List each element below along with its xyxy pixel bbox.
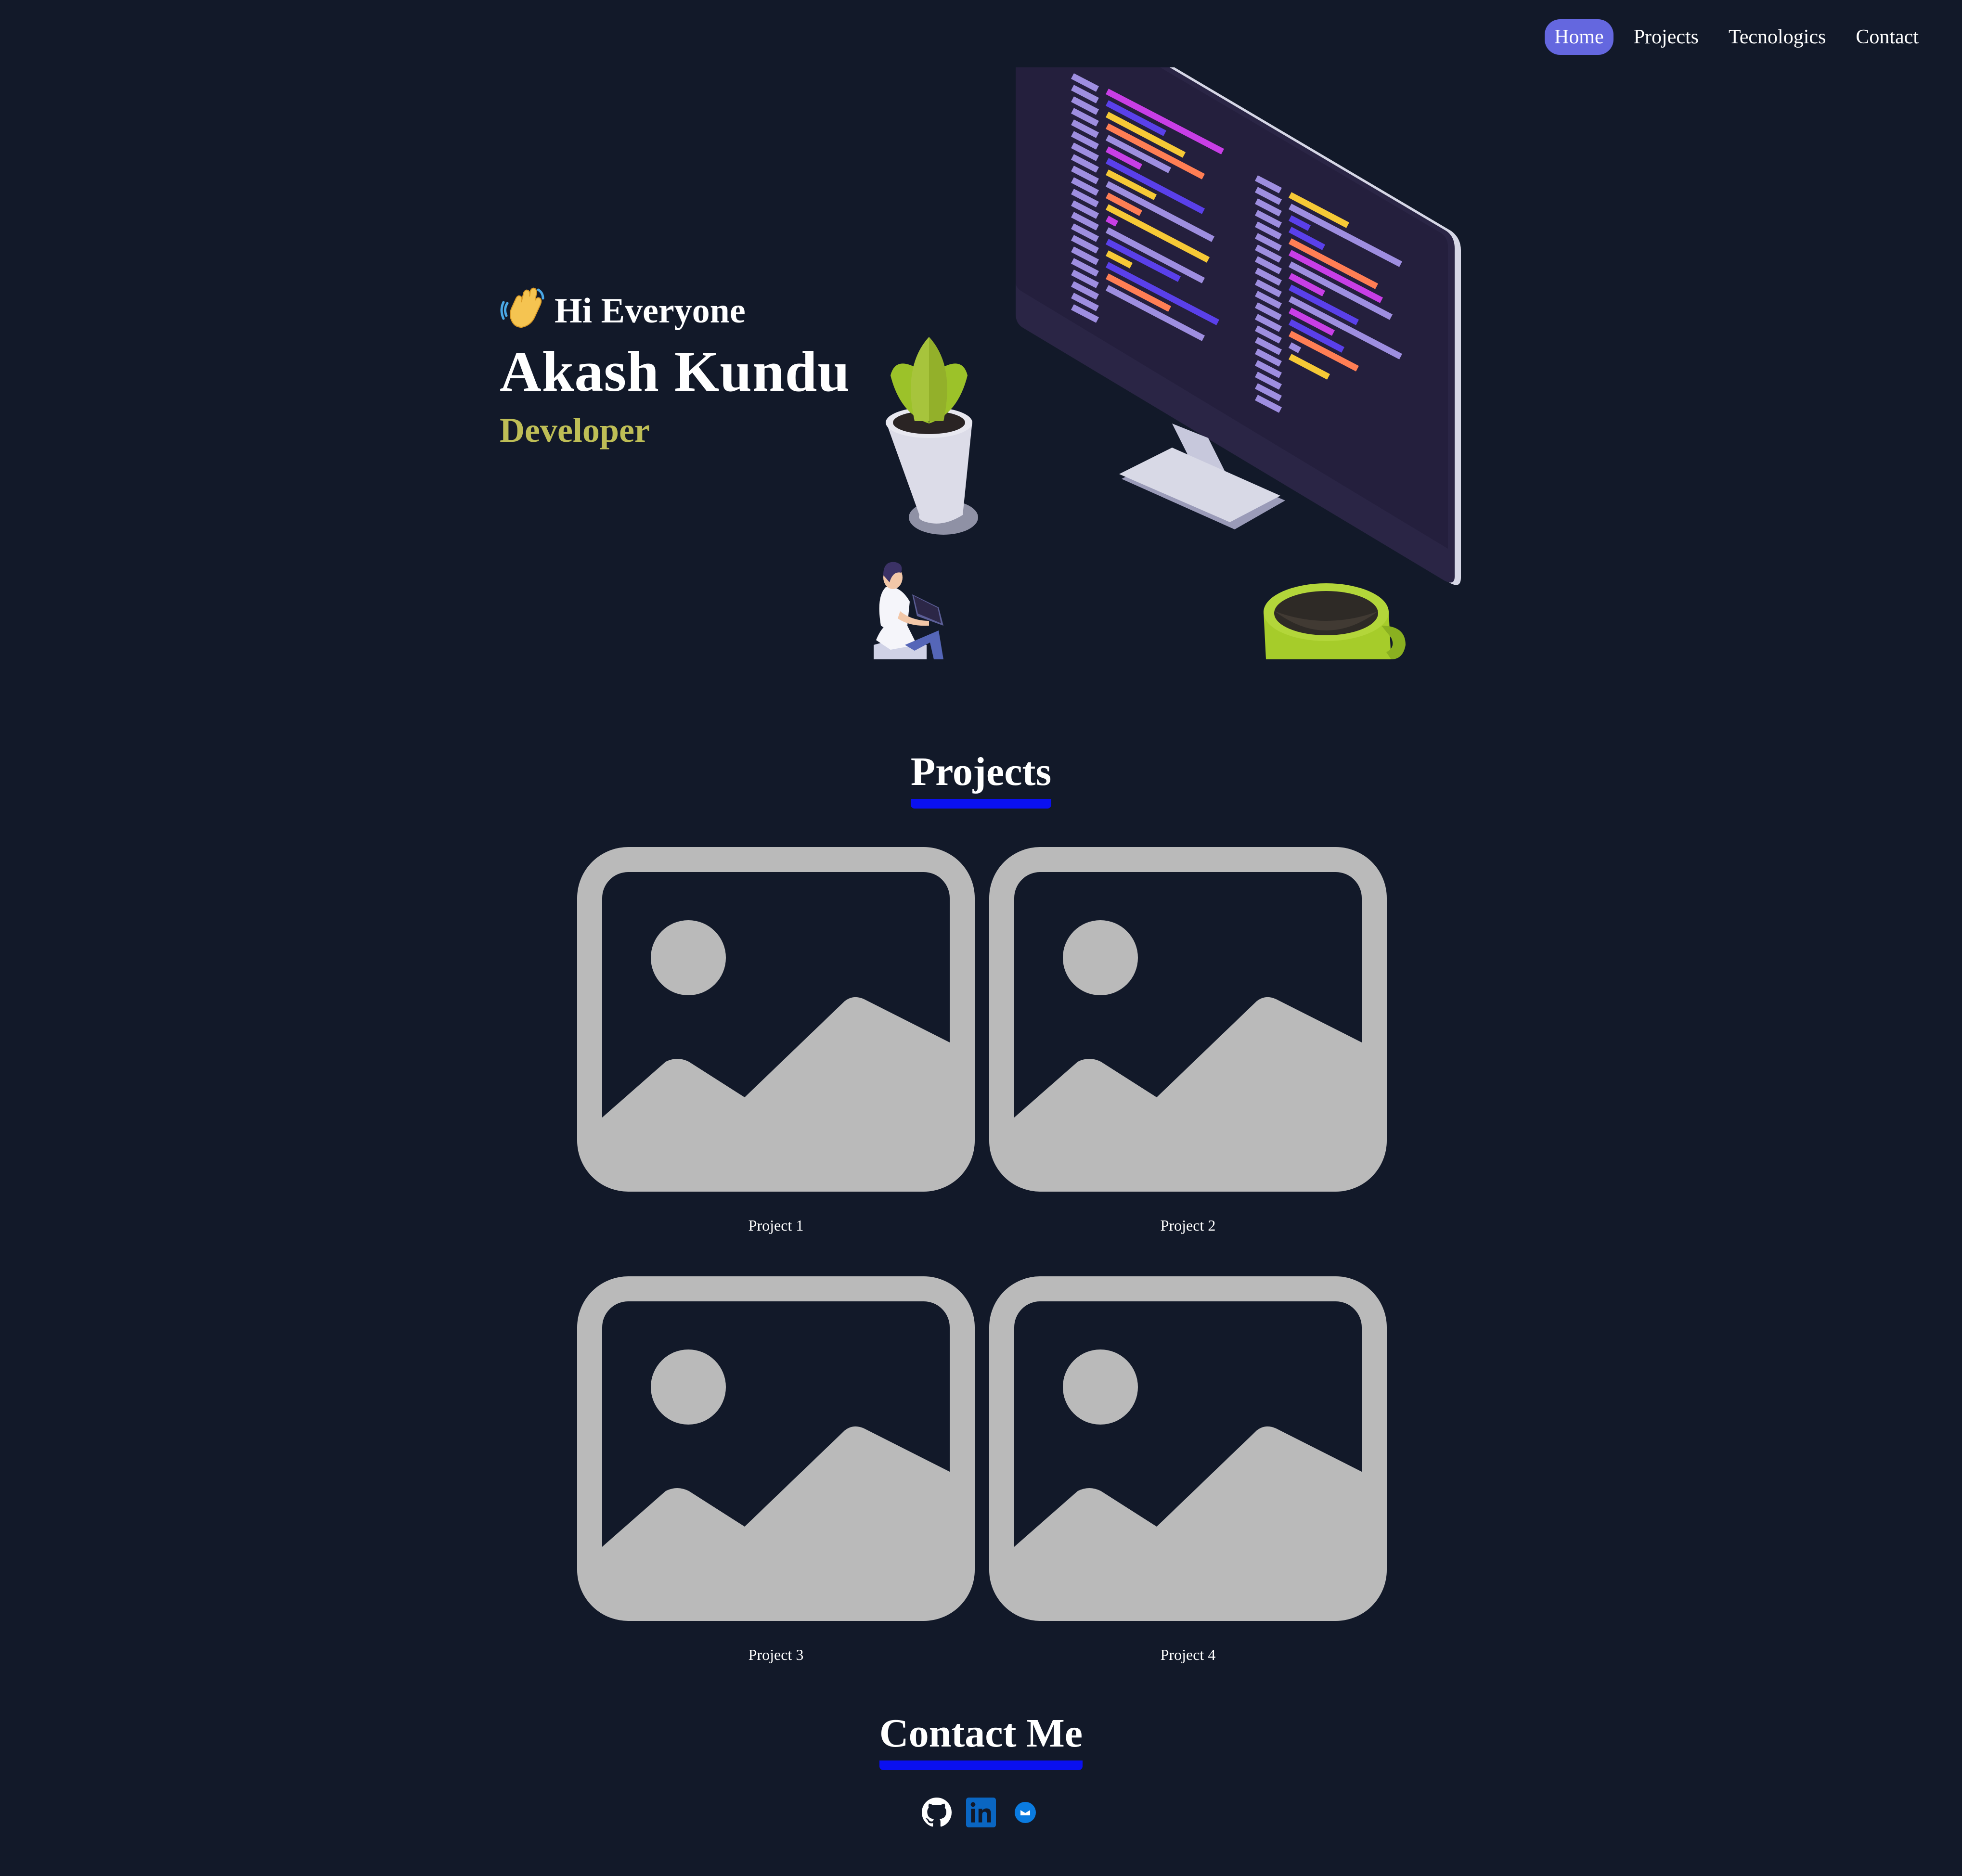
nav-contact[interactable]: Contact (1846, 19, 1928, 55)
project-label: Project 4 (1160, 1646, 1216, 1663)
project-label: Project 2 (1160, 1217, 1216, 1234)
nav-technologies[interactable]: Tecnologics (1719, 19, 1835, 55)
project-card[interactable]: Project 3 (576, 1275, 976, 1664)
coffee-mug (1264, 583, 1406, 659)
greeting: Hi Everyone (500, 284, 850, 338)
linkedin-icon[interactable] (966, 1798, 996, 1827)
contact-heading: Contact Me (879, 1713, 1083, 1770)
contact-icons (0, 1798, 1962, 1827)
projects-heading: Projects (910, 752, 1052, 809)
project-card[interactable]: Project 4 (988, 1275, 1388, 1664)
github-icon[interactable] (922, 1798, 952, 1827)
image-placeholder-icon (577, 1276, 975, 1621)
image-placeholder-icon (577, 847, 975, 1192)
project-card[interactable]: Project 1 (576, 846, 976, 1234)
waving-hand-icon (500, 284, 546, 338)
contact-section-title: Contact Me (0, 1713, 1962, 1770)
nav-home[interactable]: Home (1545, 19, 1613, 55)
developer-desk-illustration (874, 67, 1461, 659)
email-icon[interactable] (1010, 1798, 1040, 1827)
top-nav: Home Projects Tecnologics Contact (1545, 19, 1928, 55)
image-placeholder-icon (989, 1276, 1387, 1621)
hero-role: Developer (500, 411, 650, 450)
nav-projects[interactable]: Projects (1624, 19, 1708, 55)
hero-name: Akash Kundu (500, 339, 851, 404)
project-label: Project 3 (748, 1646, 804, 1663)
image-placeholder-icon (989, 847, 1387, 1192)
project-card[interactable]: Project 2 (988, 846, 1388, 1234)
developer-figure (874, 562, 943, 659)
project-label: Project 1 (748, 1217, 804, 1234)
greeting-text: Hi Everyone (555, 291, 746, 331)
hero-intro: Hi Everyone Akash Kundu Developer (500, 284, 850, 450)
projects-section-title: Projects (0, 752, 1962, 809)
potted-plant (886, 337, 978, 535)
